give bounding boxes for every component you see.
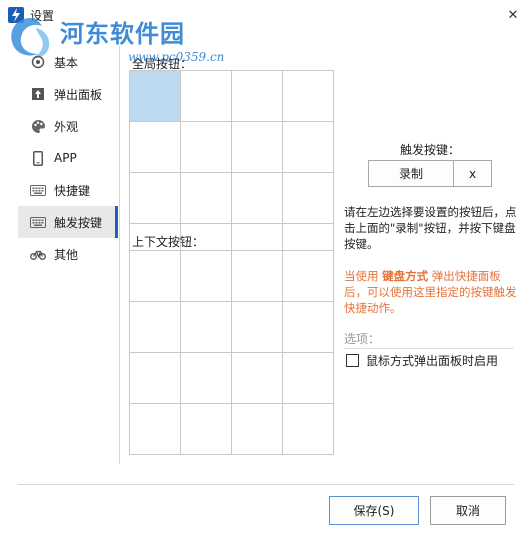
keyboard-icon — [30, 214, 46, 230]
footer-divider — [18, 484, 514, 485]
context-buttons-grid — [129, 250, 334, 455]
button-slot[interactable] — [130, 173, 181, 224]
popup-panel-icon — [30, 86, 46, 102]
close-icon: ✕ — [507, 7, 519, 23]
button-slot[interactable] — [181, 122, 232, 173]
context-buttons-title: 上下文按钮： — [132, 235, 205, 249]
window-title: 设置 — [30, 9, 55, 23]
sidebar-item-basic[interactable]: 基本 — [18, 46, 118, 78]
mouse-mode-checkbox[interactable] — [346, 353, 359, 367]
button-slot[interactable] — [130, 71, 181, 122]
button-slot[interactable] — [181, 353, 232, 404]
sidebar-item-label: APP — [54, 151, 77, 165]
button-slot[interactable] — [283, 173, 334, 224]
sidebar-item-shortcuts[interactable]: 快捷键 — [18, 174, 118, 206]
app-lightning-icon — [8, 7, 24, 23]
button-slot[interactable] — [232, 302, 283, 353]
options-label: 选项： — [344, 332, 381, 346]
button-slot[interactable] — [232, 251, 283, 302]
sidebar-item-label: 快捷键 — [54, 183, 91, 198]
button-slot[interactable] — [283, 353, 334, 404]
keyboard-icon — [30, 182, 46, 198]
button-slot[interactable] — [181, 404, 232, 455]
button-slot[interactable] — [181, 251, 232, 302]
sidebar-item-label: 外观 — [54, 119, 79, 134]
mouse-mode-checkbox-label: 鼠标方式弹出面板时启用 — [366, 353, 499, 368]
palette-icon — [30, 118, 46, 134]
mouse-mode-enable-option[interactable]: 鼠标方式弹出面板时启用 — [346, 351, 498, 369]
button-slot[interactable] — [181, 71, 232, 122]
options-divider — [344, 348, 514, 349]
close-button[interactable]: ✕ — [502, 4, 524, 26]
sidebar-item-label: 触发按键 — [54, 215, 103, 230]
button-slot[interactable] — [232, 353, 283, 404]
button-slot[interactable] — [232, 173, 283, 224]
sidebar-item-label: 弹出面板 — [54, 87, 103, 102]
sidebar-item-trigger-keys[interactable]: 触发按键 — [18, 206, 118, 238]
button-slot[interactable] — [130, 302, 181, 353]
settings-icon — [30, 54, 46, 70]
sidebar-item-appearance[interactable]: 外观 — [18, 110, 118, 142]
record-button[interactable]: 录制 — [368, 160, 454, 187]
tip-prefix: 当使用 — [344, 269, 383, 283]
sidebar-item-label: 基本 — [54, 55, 79, 70]
button-slot[interactable] — [283, 302, 334, 353]
button-slot[interactable] — [283, 251, 334, 302]
button-slot[interactable] — [232, 122, 283, 173]
sidebar-item-app[interactable]: APP — [18, 142, 118, 174]
button-slot[interactable] — [130, 404, 181, 455]
title-bar: 设置 ✕ — [0, 0, 532, 30]
phone-icon — [30, 150, 46, 166]
keyboard-mode-tip: 当使用 键盘方式 弹出快捷面板后，可以使用这里指定的按键触发快捷动作。 — [344, 268, 520, 316]
sidebar-item-label: 其他 — [54, 247, 79, 262]
button-slot[interactable] — [283, 404, 334, 455]
button-slot[interactable] — [130, 353, 181, 404]
save-button[interactable]: 保存(S) — [329, 496, 419, 525]
bicycle-icon — [30, 246, 46, 262]
button-slot[interactable] — [130, 251, 181, 302]
instructions-text: 请在左边选择要设置的按钮后，点击上面的"录制"按钮，并按下键盘按键。 — [344, 205, 517, 251]
button-slot[interactable] — [283, 122, 334, 173]
button-slot[interactable] — [181, 302, 232, 353]
button-slot[interactable] — [232, 71, 283, 122]
cancel-button[interactable]: 取消 — [430, 496, 506, 525]
tip-highlight: 键盘方式 — [382, 269, 429, 283]
button-slot[interactable] — [232, 404, 283, 455]
button-slot[interactable] — [181, 173, 232, 224]
trigger-key-label: 触发按键： — [399, 143, 460, 157]
sidebar-divider — [119, 46, 120, 464]
sidebar-item-other[interactable]: 其他 — [18, 238, 118, 270]
clear-key-button[interactable]: x — [454, 160, 492, 187]
sidebar-item-popup-panel[interactable]: 弹出面板 — [18, 78, 118, 110]
settings-sidebar: 基本 弹出面板 外观 APP 快捷键 触发按键 其他 — [18, 46, 118, 270]
button-slot[interactable] — [283, 71, 334, 122]
button-slot[interactable] — [130, 122, 181, 173]
